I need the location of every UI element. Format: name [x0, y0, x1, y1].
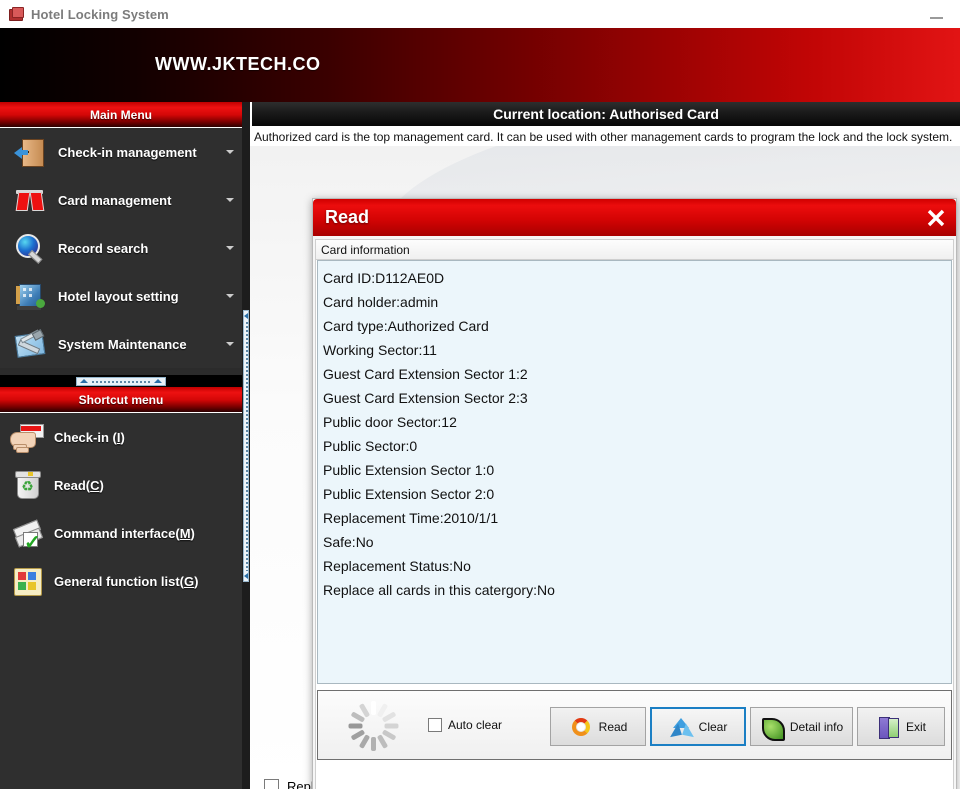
sidebar-item-label: Hotel layout setting	[58, 288, 179, 304]
read-button-label: Read	[598, 719, 628, 734]
info-line: Card holder:admin	[323, 294, 439, 310]
collapse-left-icon	[244, 313, 248, 319]
chevron-down-icon	[226, 150, 234, 154]
banner-url-text: WWW.JKTECH.CO	[155, 54, 321, 74]
read-button[interactable]: Read	[550, 707, 646, 746]
info-line: Replacement Status:No	[323, 558, 471, 574]
chevron-down-icon	[226, 342, 234, 346]
collapse-up-icon	[80, 379, 88, 383]
dialog-button-bar: Auto clear Read Clear Detail info Exit	[317, 690, 952, 760]
info-line: Public door Sector:12	[323, 414, 457, 430]
clear-button[interactable]: Clear	[650, 707, 746, 746]
close-icon[interactable]	[916, 199, 956, 236]
grip-dots	[91, 379, 151, 383]
dialog-titlebar: Read	[313, 199, 956, 236]
shortcut-menu-list: Check-in (I) ♻ Read(C) ✓ Command interfa…	[0, 413, 242, 789]
sidebar: Main Menu Check-in management Card manag…	[0, 102, 242, 789]
auto-clear-checkbox[interactable]	[428, 718, 442, 732]
chevron-down-icon	[226, 294, 234, 298]
exit-button-label: Exit	[905, 719, 926, 734]
menu-splitter[interactable]	[0, 375, 242, 387]
sidebar-item-system-maintenance[interactable]: System Maintenance	[0, 320, 242, 368]
brand-banner: WWW.JKTECH.CO	[0, 28, 960, 102]
sidebar-item-record-search[interactable]: Record search	[0, 224, 242, 272]
exit-button[interactable]: Exit	[857, 707, 945, 746]
grip-dots	[244, 321, 248, 571]
info-line: Guest Card Extension Sector 2:3	[323, 390, 528, 406]
sidebar-item-label: Check-in management	[58, 144, 197, 160]
chevron-down-icon	[226, 198, 234, 202]
detail-info-button-label: Detail info	[789, 719, 844, 734]
leaf-icon	[760, 715, 785, 741]
page-background: Replace all cards in this catergory Issu…	[250, 146, 960, 789]
auto-clear-row: Auto clear	[428, 718, 502, 732]
main-menu-header: Main Menu	[0, 102, 242, 128]
info-line: Working Sector:11	[323, 342, 437, 358]
shortcut-item-read[interactable]: ♻ Read(C)	[0, 461, 242, 509]
info-line: Safe:No	[323, 534, 374, 550]
info-line: Replacement Time:2010/1/1	[323, 510, 499, 526]
exit-door-icon	[876, 715, 900, 739]
window-title: Hotel Locking System	[31, 6, 169, 22]
shortcut-item-general-function-list[interactable]: General function list(G)	[0, 557, 242, 605]
recycle-arrows-icon	[669, 715, 694, 742]
sidebar-item-label: Record search	[58, 240, 149, 256]
shortcut-item-label: Read(C)	[54, 477, 104, 493]
shortcut-item-label: General function list(G)	[54, 573, 199, 589]
command-check-icon: ✓	[10, 516, 44, 553]
info-line: Public Sector:0	[323, 438, 418, 454]
app-icon	[8, 6, 24, 22]
info-line: Card type:Authorized Card	[323, 318, 489, 334]
card-information-list[interactable]: Card ID:D112AE0D Card holder:admin Card …	[317, 260, 952, 684]
card-information-group: Card information Card ID:D112AE0D Card h…	[315, 239, 954, 789]
detail-info-button[interactable]: Detail info	[750, 707, 853, 746]
auto-clear-label: Auto clear	[448, 718, 503, 732]
group-title: Card information	[316, 240, 953, 260]
loading-spinner-icon	[330, 697, 416, 755]
sidebar-item-check-in-management[interactable]: Check-in management	[0, 128, 242, 176]
globe-magnifier-icon	[14, 232, 46, 264]
sidebar-item-label: Card management	[58, 192, 172, 208]
info-line: Card ID:D112AE0D	[323, 270, 445, 286]
red-cards-icon	[14, 184, 46, 216]
tools-icon	[14, 328, 46, 360]
replace-all-cards-checkbox[interactable]	[264, 779, 279, 789]
shortcut-item-check-in[interactable]: Check-in (I)	[0, 413, 242, 461]
shortcut-item-label: Check-in (I)	[54, 429, 125, 445]
window-titlebar: Hotel Locking System	[0, 0, 960, 29]
building-icon	[14, 280, 46, 312]
recycle-bin-icon: ♻	[10, 468, 44, 502]
info-line: Public Extension Sector 2:0	[323, 486, 495, 502]
grid-windows-icon	[10, 564, 44, 598]
current-location-header: Current location: Authorised Card	[250, 102, 960, 126]
application-window: Hotel Locking System WWW.JKTECH.CO Main …	[0, 0, 960, 789]
info-line: Replace all cards in this catergory:No	[323, 582, 555, 598]
info-line: Public Extension Sector 1:0	[323, 462, 495, 478]
dialog-title: Read	[325, 207, 370, 227]
read-dialog: Read Card information Card ID:D112AE0D C…	[312, 198, 957, 789]
shortcut-item-command-interface[interactable]: ✓ Command interface(M)	[0, 509, 242, 557]
location-description: Authorized card is the top management ca…	[252, 127, 960, 146]
collapse-up-icon	[154, 379, 162, 383]
door-arrow-icon	[14, 136, 46, 168]
menu-splitter-grip[interactable]	[76, 376, 166, 386]
hand-card-icon	[10, 420, 44, 454]
sidebar-item-hotel-layout-setting[interactable]: Hotel layout setting	[0, 272, 242, 320]
chevron-down-icon	[226, 246, 234, 250]
sidebar-item-label: System Maintenance	[58, 336, 187, 352]
read-circle-icon	[569, 715, 593, 739]
sidebar-splitter[interactable]	[242, 102, 250, 789]
sidebar-splitter-grip[interactable]	[243, 310, 249, 582]
minimize-button[interactable]	[922, 4, 950, 24]
clear-button-label: Clear	[698, 719, 728, 734]
shortcut-menu-header: Shortcut menu	[0, 387, 242, 413]
main-content: Current location: Authorised Card Author…	[250, 102, 960, 789]
info-line: Guest Card Extension Sector 1:2	[323, 366, 528, 382]
shortcut-item-label: Command interface(M)	[54, 525, 195, 541]
collapse-left-icon	[244, 573, 248, 579]
main-menu-list: Check-in management Card management Reco…	[0, 128, 242, 368]
sidebar-item-card-management[interactable]: Card management	[0, 176, 242, 224]
